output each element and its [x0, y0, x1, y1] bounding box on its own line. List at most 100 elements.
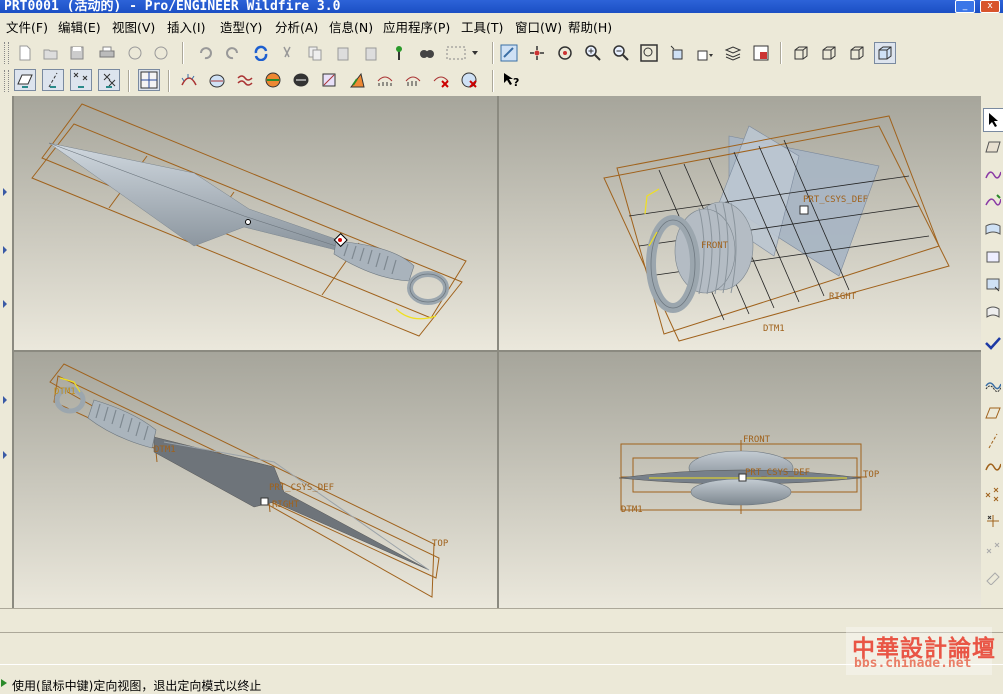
cut-icon[interactable] — [276, 42, 298, 64]
paste-icon[interactable] — [332, 42, 354, 64]
repaint-icon[interactable] — [498, 42, 520, 64]
spin-center-icon[interactable] — [526, 42, 548, 64]
menu-edit[interactable]: 编辑(E) — [58, 17, 101, 36]
menu-info[interactable]: 信息(N) — [329, 17, 373, 36]
menu-style[interactable]: 造型(Y) — [220, 17, 262, 36]
new-file-icon[interactable] — [14, 42, 36, 64]
curvature-icon[interactable] — [178, 69, 200, 91]
send-mail-icon[interactable] — [124, 42, 146, 64]
menu-window[interactable]: 窗口(W) — [515, 17, 562, 36]
coordinate-systems-icon[interactable] — [98, 69, 120, 91]
saved-views-icon[interactable] — [694, 42, 716, 64]
refit-icon[interactable] — [638, 42, 660, 64]
draft-icon[interactable] — [318, 69, 340, 91]
viewport-bottom-right[interactable]: FRONT PRT_CSYS_DEF TOP DTM1 — [499, 352, 981, 608]
csys-label: PRT_CSYS_DEF — [745, 468, 810, 478]
toolbar-main — [0, 38, 1003, 68]
viewport-top-left[interactable] — [14, 96, 497, 350]
offset-curve-icon[interactable] — [983, 374, 1003, 396]
top-plane-label: TOP — [432, 539, 449, 549]
view-manager-icon[interactable] — [750, 42, 772, 64]
toolbar-grip[interactable] — [4, 70, 9, 92]
front-plane-label: FRONT — [743, 435, 771, 445]
set-active-plane-icon[interactable] — [983, 136, 1003, 158]
copy-icon[interactable] — [304, 42, 326, 64]
menu-insert[interactable]: 插入(I) — [167, 17, 205, 36]
menu-file[interactable]: 文件(F) — [6, 17, 48, 36]
zoom-in-icon[interactable] — [582, 42, 604, 64]
datum-planes-icon[interactable] — [14, 69, 36, 91]
reflection-icon[interactable] — [262, 69, 284, 91]
minimize-button[interactable]: _ — [955, 0, 975, 13]
axis-icon[interactable] — [983, 430, 1003, 452]
curve-edit-icon[interactable] — [983, 274, 1003, 296]
print-icon[interactable] — [96, 42, 118, 64]
viewport-top-right[interactable]: PRT_CSYS_DEF FRONT RIGHT DTM1 — [499, 96, 981, 350]
layers-icon[interactable] — [722, 42, 744, 64]
plane-icon[interactable] — [983, 402, 1003, 424]
csys-label: PRT_CSYS_DEF — [803, 195, 868, 205]
no-hidden-icon[interactable] — [846, 42, 868, 64]
save-icon[interactable] — [66, 42, 88, 64]
point-icon[interactable] — [983, 484, 1003, 506]
boundary-surface-icon[interactable] — [983, 218, 1003, 240]
graphics-window[interactable]: PRT_CSYS_DEF FRONT RIGHT DTM1 DTM1 DTM1 … — [12, 96, 981, 608]
menu-bar: 文件(F) 编辑(E) 视图(V) 插入(I) 造型(Y) 分析(A) 信息(N… — [0, 14, 1003, 36]
redo-icon[interactable] — [222, 42, 244, 64]
done-check-icon[interactable] — [983, 332, 1003, 354]
viewport-bottom-left[interactable]: DTM1 DTM1 PRT_CSYS_DEF RIGHT TOP — [14, 352, 497, 608]
slope-icon[interactable] — [290, 69, 312, 91]
coordinate-icon[interactable] — [983, 510, 1003, 532]
regenerate-icon[interactable] — [250, 42, 272, 64]
status-arrow-icon — [1, 679, 7, 687]
analysis-icon[interactable] — [983, 566, 1003, 588]
hidden-line-icon[interactable] — [818, 42, 840, 64]
toolbar-grip[interactable] — [4, 42, 9, 64]
datum-points-icon[interactable] — [70, 69, 92, 91]
section-icon[interactable] — [206, 69, 228, 91]
dihedral-icon[interactable] — [402, 69, 424, 91]
orient-mode-icon[interactable] — [554, 42, 576, 64]
toolbar-separator — [128, 70, 130, 92]
hide-analysis-icon[interactable] — [458, 69, 480, 91]
model-player-icon[interactable] — [388, 42, 410, 64]
paste-special-icon[interactable] — [360, 42, 382, 64]
svg-text:?: ? — [513, 76, 519, 89]
menu-help[interactable]: 帮助(H) — [568, 17, 612, 36]
toolbar-separator — [168, 70, 170, 92]
delete-analysis-icon[interactable] — [430, 69, 452, 91]
menu-tools[interactable]: 工具(T) — [461, 17, 503, 36]
datum-axes-icon[interactable] — [42, 69, 64, 91]
find-icon[interactable] — [416, 42, 438, 64]
zoom-out-icon[interactable] — [610, 42, 632, 64]
surface-icon[interactable] — [983, 246, 1003, 268]
send-mail-alt-icon[interactable] — [150, 42, 172, 64]
curve-on-surface-icon[interactable] — [983, 190, 1003, 212]
window-title: PRT0001 (活动的) - Pro/ENGINEER Wildfire 3.… — [4, 0, 341, 13]
dtm-label-small: DTM1 — [54, 387, 76, 397]
close-button[interactable]: x — [980, 0, 1000, 13]
toolbar-separator — [492, 42, 494, 64]
offset-icon[interactable] — [234, 69, 256, 91]
four-view-icon[interactable] — [138, 69, 160, 91]
connection-icon[interactable] — [374, 69, 396, 91]
whats-this-icon[interactable]: ? — [500, 69, 522, 91]
trim-icon[interactable] — [983, 302, 1003, 324]
menu-analysis[interactable]: 分析(A) — [275, 17, 318, 36]
csys-offset-icon[interactable] — [983, 538, 1003, 560]
select-arrow-icon[interactable] — [983, 108, 1003, 132]
wireframe-icon[interactable] — [790, 42, 812, 64]
menu-view[interactable]: 视图(V) — [112, 17, 155, 36]
watermark: 中華設計論壇 bbs.chinade.net — [846, 627, 995, 675]
curve-datum-icon[interactable] — [983, 456, 1003, 478]
right-toolbar — [981, 96, 1003, 608]
menu-applications[interactable]: 应用程序(P) — [383, 17, 450, 36]
undo-icon[interactable] — [194, 42, 216, 64]
open-icon[interactable] — [40, 42, 62, 64]
curve-icon[interactable] — [983, 164, 1003, 186]
reorient-icon[interactable] — [666, 42, 688, 64]
csys-label: PRT_CSYS_DEF — [269, 483, 334, 493]
curve-analysis-icon[interactable] — [346, 69, 368, 91]
shading-icon[interactable] — [874, 42, 896, 64]
selection-box-icon[interactable] — [444, 42, 480, 64]
